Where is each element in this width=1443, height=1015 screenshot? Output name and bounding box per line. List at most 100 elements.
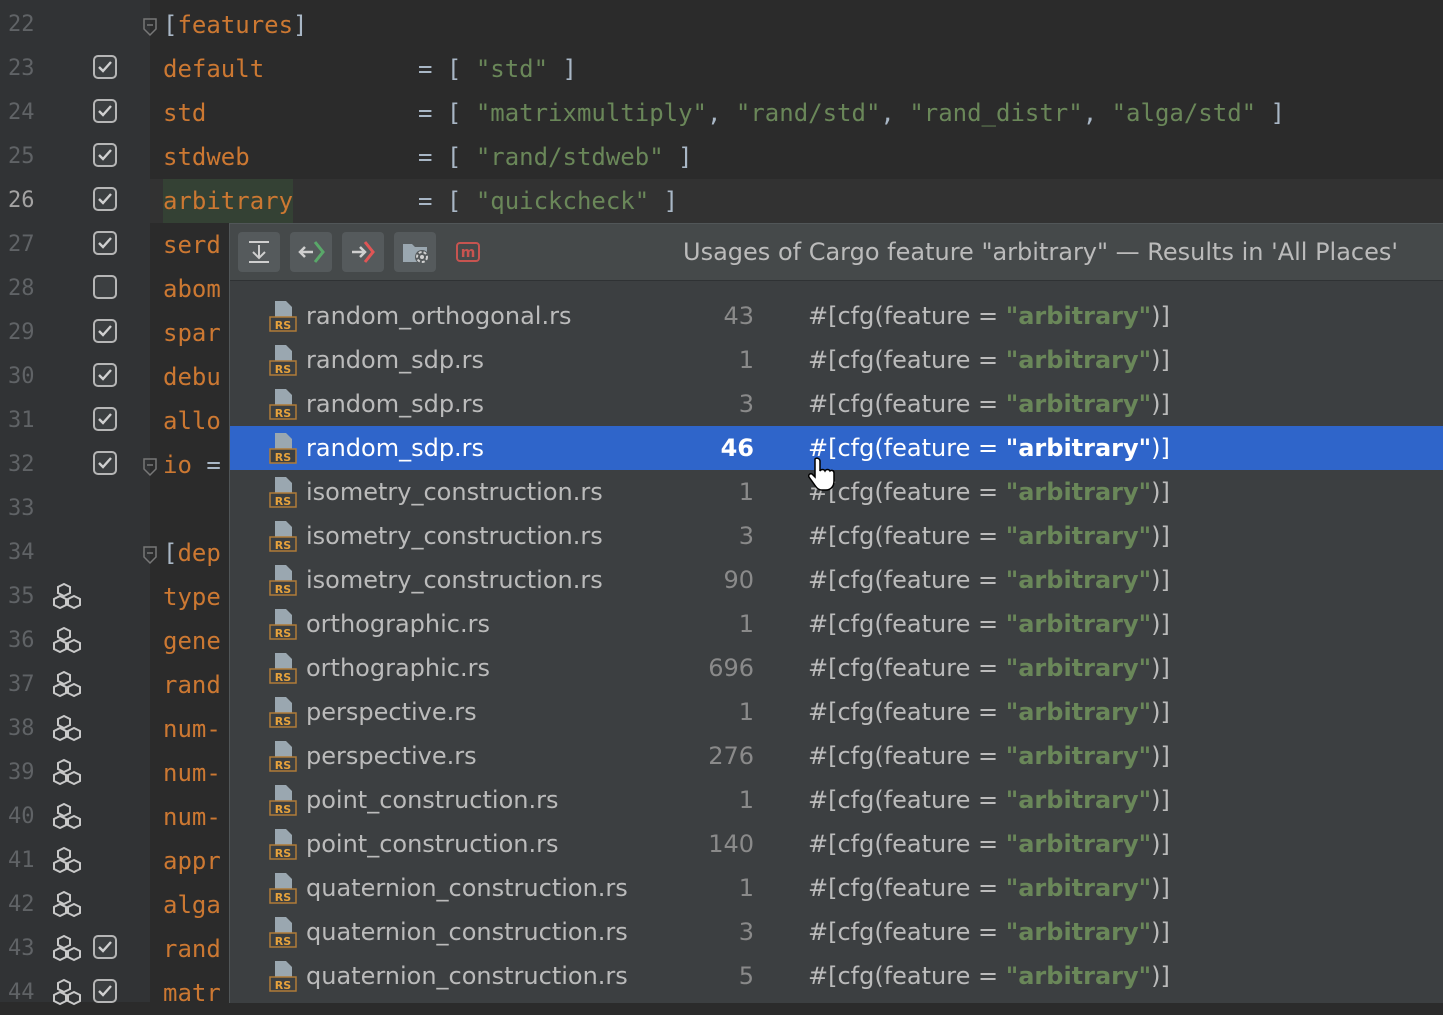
- merge-button[interactable]: m: [448, 232, 490, 272]
- gutter-line: 41: [0, 839, 150, 883]
- usage-result-row[interactable]: RS perspective.rs 276 #[cfg(feature = "arbi…: [230, 734, 1443, 778]
- code-line[interactable]: arbitrary = [ "quickcheck" ]: [150, 179, 1443, 223]
- result-line-number: 1: [738, 786, 754, 814]
- usage-result-row[interactable]: RS point_construction.rs 140 #[cfg(feature …: [230, 822, 1443, 866]
- line-number: 42: [8, 892, 35, 917]
- toml-key: rand: [163, 935, 221, 963]
- scope-button[interactable]: [394, 232, 436, 272]
- usage-result-row[interactable]: RS point_construction.rs 1 #[cfg(feature = …: [230, 778, 1443, 822]
- gutter-line: 38: [0, 707, 150, 751]
- usage-result-row[interactable]: RS random_orthogonal.rs 43 #[cfg(feature = …: [230, 294, 1443, 338]
- usage-result-row[interactable]: RS random_sdp.rs 1 #[cfg(feature = "arbitra…: [230, 338, 1443, 382]
- previous-occurrence-button[interactable]: [290, 232, 332, 272]
- feature-toggle-checkbox[interactable]: [93, 319, 117, 343]
- result-file-name: orthographic.rs: [306, 654, 490, 682]
- gutter-line: 31: [0, 399, 150, 443]
- result-file-name: isometry_construction.rs: [306, 522, 603, 550]
- feature-toggle-checkbox[interactable]: [93, 407, 117, 431]
- feature-toggle-checkbox[interactable]: [93, 55, 117, 79]
- usage-result-row[interactable]: RS quaternion_construction.rs 1 #[cfg(featu…: [230, 866, 1443, 910]
- crate-icon[interactable]: [52, 934, 88, 968]
- toml-key: num-: [163, 759, 221, 787]
- code-line[interactable]: std = [ "matrixmultiply", "rand/std", "ra…: [150, 91, 1443, 135]
- usage-result-row[interactable]: RS isometry_construction.rs 90 #[cfg(featur…: [230, 558, 1443, 602]
- result-file-name: point_construction.rs: [306, 786, 559, 814]
- crate-icon[interactable]: [52, 714, 88, 748]
- usage-result-row[interactable]: RS isometry_construction.rs 1 #[cfg(feature…: [230, 470, 1443, 514]
- result-code-snippet: #[cfg(feature = "arbitrary")]: [808, 918, 1170, 946]
- result-code-snippet: #[cfg(feature = "arbitrary")]: [808, 786, 1170, 814]
- hand-cursor-icon: [808, 457, 835, 491]
- feature-toggle-checkbox[interactable]: [93, 979, 117, 1003]
- result-file-name: random_sdp.rs: [306, 346, 485, 374]
- toml-key: spar: [163, 319, 221, 347]
- result-line-number: 140: [708, 830, 754, 858]
- gutter-line: 33: [0, 487, 150, 531]
- line-number: 32: [8, 452, 35, 477]
- crate-icon[interactable]: [52, 582, 88, 616]
- toml-key: [features]: [163, 11, 308, 39]
- feature-toggle-checkbox[interactable]: [93, 275, 117, 299]
- feature-toggle-checkbox[interactable]: [93, 363, 117, 387]
- crate-icon[interactable]: [52, 978, 88, 1012]
- feature-toggle-checkbox[interactable]: [93, 99, 117, 123]
- svg-text:RS: RS: [275, 539, 291, 552]
- svg-text:RS: RS: [275, 803, 291, 816]
- line-number: 30: [8, 364, 35, 389]
- result-code-snippet: #[cfg(feature = "arbitrary")]: [808, 874, 1170, 902]
- result-line-number: 1: [738, 610, 754, 638]
- line-number: 25: [8, 144, 35, 169]
- result-line-number: 3: [738, 522, 754, 550]
- crate-icon[interactable]: [52, 758, 88, 792]
- result-line-number: 46: [720, 434, 754, 462]
- usage-result-row[interactable]: RS quaternion_construction.rs 3 #[cfg(featu…: [230, 910, 1443, 954]
- gutter-line: 29: [0, 311, 150, 355]
- code-line[interactable]: stdweb = [ "rand/stdweb" ]: [150, 135, 1443, 179]
- line-number: 31: [8, 408, 35, 433]
- line-number: 34: [8, 540, 35, 565]
- line-number: 29: [8, 320, 35, 345]
- crate-icon[interactable]: [52, 670, 88, 704]
- crate-icon[interactable]: [52, 890, 88, 924]
- line-number: 35: [8, 584, 35, 609]
- next-occurrence-button[interactable]: [342, 232, 384, 272]
- gutter-line: 39: [0, 751, 150, 795]
- svg-text:RS: RS: [275, 319, 291, 332]
- feature-toggle-checkbox[interactable]: [93, 231, 117, 255]
- feature-toggle-checkbox[interactable]: [93, 451, 117, 475]
- usage-result-row[interactable]: RS perspective.rs 1 #[cfg(feature = "arbitr…: [230, 690, 1443, 734]
- gutter-line: 23: [0, 47, 150, 91]
- feature-toggle-checkbox[interactable]: [93, 143, 117, 167]
- usage-result-row[interactable]: RS orthographic.rs 696 #[cfg(feature = "arb…: [230, 646, 1443, 690]
- arrow-right-icon: [352, 241, 375, 263]
- line-number: 41: [8, 848, 35, 873]
- feature-toggle-checkbox[interactable]: [93, 935, 117, 959]
- popup-toolbar: m Usages of Cargo feature "arbitrary" — …: [230, 224, 1443, 281]
- usage-result-row[interactable]: RS orthographic.rs 1 #[cfg(feature = "arbit…: [230, 602, 1443, 646]
- line-number: 40: [8, 804, 35, 829]
- crate-icon[interactable]: [52, 802, 88, 836]
- toml-value: = [ "rand/stdweb" ]: [418, 143, 693, 171]
- crate-icon[interactable]: [52, 846, 88, 880]
- results-list[interactable]: RS random_orthogonal.rs 43 #[cfg(feature = …: [230, 281, 1443, 1003]
- gutter-line: 22: [0, 3, 157, 47]
- result-code-snippet: #[cfg(feature = "arbitrary")]: [808, 302, 1170, 330]
- collapse-all-button[interactable]: [238, 232, 280, 272]
- code-line[interactable]: default = [ "std" ]: [150, 47, 1443, 91]
- result-line-number: 43: [723, 302, 754, 330]
- usage-result-row[interactable]: RS random_sdp.rs 46 #[cfg(feature = "arbitr…: [230, 426, 1443, 470]
- feature-toggle-checkbox[interactable]: [93, 187, 117, 211]
- toml-key: alga: [163, 891, 221, 919]
- usage-result-row[interactable]: RS quaternion_construction.rs 5 #[cfg(featu…: [230, 954, 1443, 998]
- code-line[interactable]: [features]: [150, 3, 1443, 47]
- svg-text:RS: RS: [275, 671, 291, 684]
- usage-result-row[interactable]: RS isometry_construction.rs 3 #[cfg(feature…: [230, 514, 1443, 558]
- result-code-snippet: #[cfg(feature = "arbitrary")]: [808, 566, 1170, 594]
- result-code-snippet: #[cfg(feature = "arbitrary")]: [808, 346, 1170, 374]
- svg-text:RS: RS: [275, 451, 291, 464]
- result-line-number: 1: [738, 874, 754, 902]
- toml-key: abom: [163, 275, 221, 303]
- crate-icon[interactable]: [52, 626, 88, 660]
- result-file-name: quaternion_construction.rs: [306, 874, 628, 902]
- usage-result-row[interactable]: RS random_sdp.rs 3 #[cfg(feature = "arbitra…: [230, 382, 1443, 426]
